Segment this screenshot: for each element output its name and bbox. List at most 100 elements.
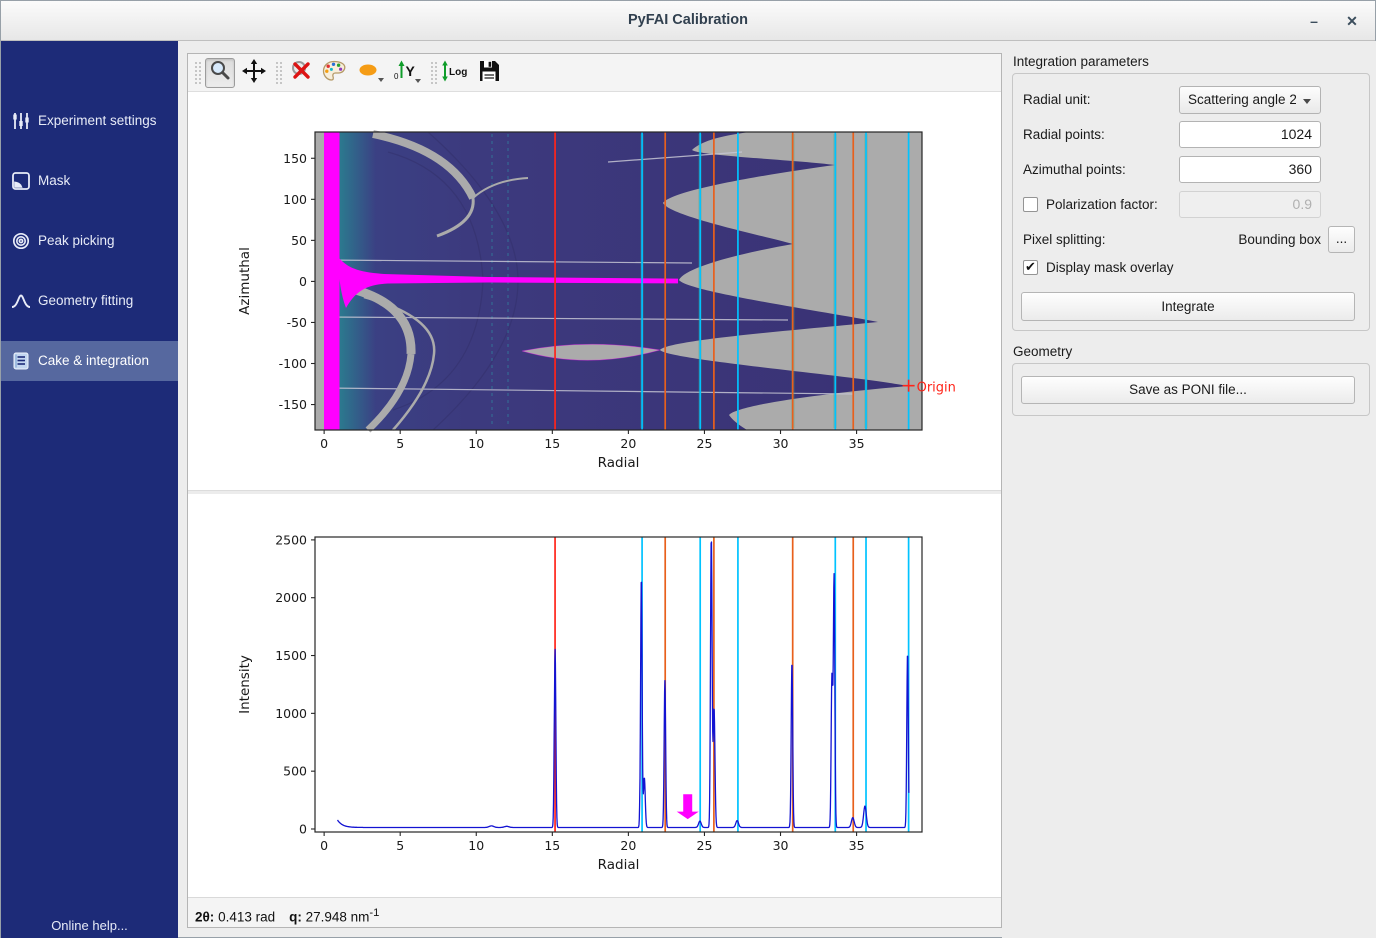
svg-text:Radial: Radial [598,455,640,471]
plot-toolbar: 0Y Log [188,54,1001,92]
integrate-button[interactable]: Integrate [1021,292,1355,321]
svg-text:10: 10 [468,436,484,451]
q-exponent: -1 [369,907,379,919]
pixel-splitting-more-button[interactable]: ... [1328,226,1355,253]
sidebar-item-peak-picking[interactable]: Peak picking [1,221,178,261]
svg-text:100: 100 [283,192,307,207]
sidebar-item-label: Cake & integration [38,353,149,368]
azimuthal-points-input[interactable]: 360 [1179,156,1321,183]
cake-list-icon [11,351,31,371]
integration-plot-region: 0510152025303505001000150020002500Radial… [188,494,1001,897]
cake-plot-region: 05101520253035-150-100-50050100150Radial… [188,92,1001,490]
svg-text:20: 20 [620,436,636,451]
svg-text:2000: 2000 [275,590,307,605]
zoom-mode-button[interactable] [205,58,235,88]
floppy-disk-icon [476,58,502,89]
pixel-splitting-value: Bounding box [1179,232,1321,247]
save-button[interactable] [474,58,504,88]
pixel-splitting-label: Pixel splitting: [1023,232,1106,247]
sidebar-item-mask[interactable]: Mask [1,161,178,201]
svg-text:5: 5 [396,436,404,451]
calibrant-ring-lines [555,537,909,832]
svg-text:Azimuthal: Azimuthal [237,247,253,315]
mask-ellipse-button[interactable] [353,58,387,88]
svg-text:0: 0 [320,838,328,853]
sidebar-item-label: Geometry fitting [38,293,133,308]
magnifier-icon [207,58,233,89]
palette-icon [321,58,347,89]
ellipse-icon [355,58,385,89]
radial-points-value: 1024 [1281,126,1312,142]
close-button[interactable]: ✕ [1339,9,1365,33]
polarization-value: 0.9 [1293,196,1312,212]
status-bar: 2θ: 0.413 radq: 27.948 nm-1 [188,897,1001,927]
azimuthal-points-label: Azimuthal points: [1023,162,1126,177]
sidebar-item-geometry-fitting[interactable]: Geometry fitting [1,281,178,321]
svg-text:15: 15 [544,436,560,451]
svg-text:Intensity: Intensity [237,655,253,714]
svg-text:25: 25 [697,838,713,853]
polarization-label: Polarization factor: [1046,197,1158,212]
svg-text:Radial: Radial [598,857,640,873]
save-poni-button[interactable]: Save as PONI file... [1021,376,1355,404]
svg-text:35: 35 [849,436,865,451]
sidebar-item-label: Experiment settings [38,113,157,128]
magnifier-cross-icon [288,58,314,89]
svg-text:30: 30 [773,436,789,451]
svg-text:5: 5 [396,838,404,853]
radial-points-input[interactable]: 1024 [1179,121,1321,148]
zoom-reset-button[interactable] [286,58,316,88]
cake-plot-canvas[interactable]: 05101520253035-150-100-50050100150Radial… [188,92,1001,490]
chevron-down-icon [1303,99,1311,104]
pyfai-calibration-window: PyFAI Calibration – ✕ Experiment setting… [0,0,1376,938]
sidebar-item-cake-integration[interactable]: Cake & integration [1,341,178,381]
toolbar-handle [194,61,201,85]
svg-text:1500: 1500 [275,648,307,663]
integration-parameters-title: Integration parameters [1013,54,1149,69]
cake-image [315,132,922,430]
toolbar-separator [275,61,282,85]
azimuthal-points-value: 360 [1289,161,1312,177]
svg-text:-100: -100 [279,356,307,371]
svg-text:25: 25 [697,436,713,451]
polarization-input: 0.9 [1179,191,1321,218]
y-axis-origin-button[interactable]: 0Y [391,58,425,88]
display-mask-checkbox[interactable] [1023,260,1038,275]
title-bar: PyFAI Calibration – ✕ [1,1,1375,41]
svg-text:Log: Log [449,67,467,78]
colormap-button[interactable] [319,58,349,88]
svg-text:30: 30 [773,838,789,853]
geometry-title: Geometry [1013,344,1072,359]
sidebar: Experiment settings Mask Peak picking Ge… [1,41,178,938]
svg-text:-50: -50 [287,315,307,330]
integration-plot-canvas[interactable]: 0510152025303505001000150020002500Radial… [188,494,1001,897]
q-label: q: [289,910,302,925]
svg-text:35: 35 [849,838,865,853]
svg-text:15: 15 [544,838,560,853]
intensity-curve [338,542,909,828]
plot-panel: 0Y Log [187,53,1002,928]
online-help-link[interactable]: Online help... [1,918,178,933]
svg-text:10: 10 [468,838,484,853]
sidebar-item-experiment-settings[interactable]: Experiment settings [1,101,178,141]
polarization-checkbox[interactable] [1023,197,1038,212]
svg-text:150: 150 [283,151,307,166]
right-panel: Integration parameters Radial unit: Scat… [1002,41,1376,938]
window-title: PyFAI Calibration [1,12,1375,28]
svg-text:2500: 2500 [275,532,307,547]
peak-picking-icon [11,231,31,251]
pan-mode-button[interactable] [239,58,269,88]
sidebar-item-label: Peak picking [38,233,115,248]
svg-text:50: 50 [291,233,307,248]
radial-unit-label: Radial unit: [1023,92,1091,107]
minimize-button[interactable]: – [1301,9,1327,33]
display-mask-label: Display mask overlay [1046,260,1174,275]
svg-text:-150: -150 [279,397,307,412]
radial-points-label: Radial points: [1023,127,1105,142]
svg-text:Origin: Origin [917,381,956,396]
sidebar-item-label: Mask [38,173,70,188]
radial-unit-select[interactable]: Scattering angle 2 [1179,86,1321,114]
log-scale-button[interactable]: Log [438,58,472,88]
svg-text:0: 0 [394,72,399,81]
svg-text:Y: Y [406,63,416,79]
